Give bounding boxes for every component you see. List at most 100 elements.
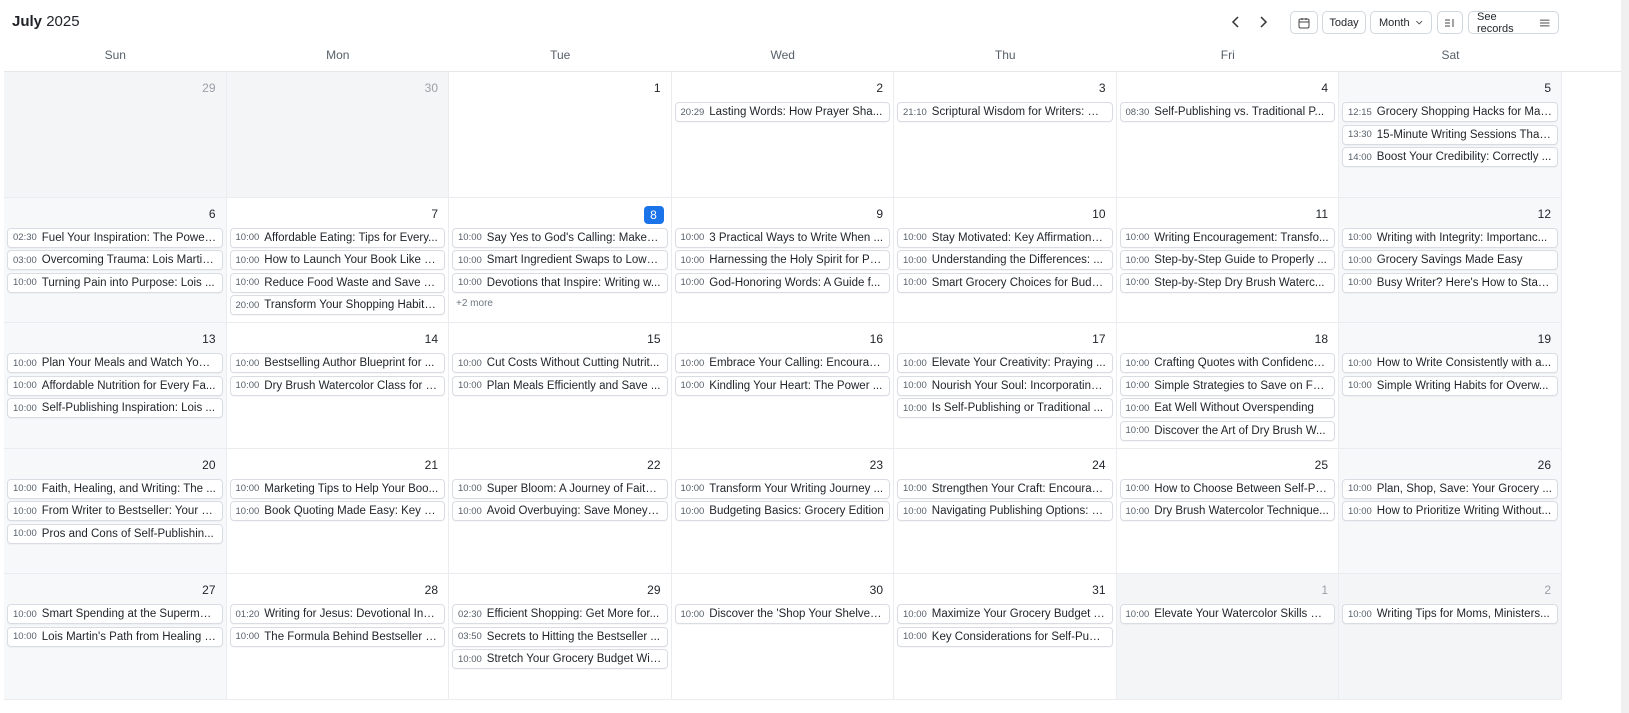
calendar-event[interactable]: 10:00 Is Self-Publishing or Traditional .… xyxy=(897,398,1113,419)
calendar-event[interactable]: 10:00 Bestselling Author Blueprint for ..… xyxy=(229,353,445,373)
day-cell[interactable]: 26 10:00 Plan, Shop, Save: Your Grocery ..… xyxy=(1339,448,1562,574)
day-cell[interactable]: 2 20:29 Lasting Words: How Prayer Sha... xyxy=(671,72,894,198)
calendar-event[interactable]: 20:00 Transform Your Shopping Habits... xyxy=(229,295,445,316)
day-cell[interactable]: 9 10:00 3 Practical Ways to Write When ...… xyxy=(671,197,894,323)
calendar-event[interactable]: 10:00 Smart Grocery Choices for Budg... xyxy=(897,272,1113,293)
calendar-event[interactable]: 03:00 Overcoming Trauma: Lois Martin... xyxy=(7,250,223,271)
today-button[interactable]: Today xyxy=(1322,11,1366,34)
calendar-event[interactable]: 10:00 Avoid Overbuying: Save Money o... xyxy=(452,501,668,522)
day-cell[interactable]: 25 10:00 How to Choose Between Self-Pu... 1… xyxy=(1116,448,1339,574)
day-cell[interactable]: 30 10:00 Discover the 'Shop Your Shelves..… xyxy=(671,574,894,700)
calendar-event[interactable]: 10:00 Devotions that Inspire: Writing w..… xyxy=(452,272,668,293)
calendar-event[interactable]: 10:00 Simple Writing Habits for Overw... xyxy=(1342,375,1558,396)
calendar-event[interactable]: 21:10 Scriptural Wisdom for Writers: Bi..… xyxy=(897,102,1113,122)
day-cell[interactable]: 6 02:30 Fuel Your Inspiration: The Power..… xyxy=(4,197,227,323)
calendar-event[interactable]: 10:00 How to Prioritize Writing Without..… xyxy=(1342,501,1558,522)
calendar-event[interactable]: 10:00 How to Write Consistently with a... xyxy=(1342,353,1558,373)
calendar-event[interactable]: 10:00 Affordable Nutrition for Every Fa..… xyxy=(7,375,223,396)
calendar-event[interactable]: 10:00 Maximize Your Grocery Budget T... xyxy=(897,604,1113,624)
calendar-event[interactable]: 10:00 Discover the Art of Dry Brush W... xyxy=(1119,420,1335,441)
calendar-event[interactable]: 13:30 15-Minute Writing Sessions That... xyxy=(1342,124,1558,145)
day-cell[interactable]: 17 10:00 Elevate Your Creativity: Praying … xyxy=(894,323,1117,449)
see-records-button[interactable]: See records xyxy=(1468,11,1559,35)
calendar-event[interactable]: 10:00 3 Practical Ways to Write When ... xyxy=(674,227,890,248)
day-cell[interactable]: 23 10:00 Transform Your Writing Journey ..… xyxy=(671,448,894,574)
day-cell[interactable]: 30 xyxy=(226,72,449,198)
calendar-event[interactable]: 10:00 How to Launch Your Book Like a ... xyxy=(229,250,445,271)
calendar-event[interactable]: 10:00 Nourish Your Soul: Incorporating... xyxy=(897,375,1113,396)
calendar-event[interactable]: 10:00 Elevate Your Watercolor Skills wi..… xyxy=(1119,604,1335,624)
day-cell[interactable]: 12 10:00 Writing with Integrity: Importanc… xyxy=(1339,197,1562,323)
calendar-picker-button[interactable] xyxy=(1290,11,1318,34)
calendar-event[interactable]: 10:00 Strengthen Your Craft: Encourag... xyxy=(897,478,1113,499)
day-cell[interactable]: 24 10:00 Strengthen Your Craft: Encourag..… xyxy=(894,448,1117,574)
calendar-event[interactable]: 10:00 Elevate Your Creativity: Praying ..… xyxy=(897,353,1113,373)
calendar-event[interactable]: 10:00 Grocery Savings Made Easy xyxy=(1342,250,1558,271)
day-cell[interactable]: 13 10:00 Plan Your Meals and Watch Your ..… xyxy=(4,323,227,449)
calendar-event[interactable]: 10:00 Dry Brush Watercolor Technique... xyxy=(1119,501,1335,522)
day-cell[interactable]: 1 xyxy=(449,72,672,198)
day-cell[interactable]: 29 xyxy=(4,72,227,198)
day-cell[interactable]: 18 10:00 Crafting Quotes with Confidence..… xyxy=(1116,323,1339,449)
calendar-event[interactable]: 10:00 Step-by-Step Dry Brush Waterc... xyxy=(1119,272,1335,293)
day-cell[interactable]: 22 10:00 Super Bloom: A Journey of Faith .… xyxy=(449,448,672,574)
calendar-event[interactable]: 14:00 Boost Your Credibility: Correctly .… xyxy=(1342,147,1558,168)
calendar-event[interactable]: 10:00 Crafting Quotes with Confidence... xyxy=(1119,353,1335,373)
calendar-event[interactable]: 10:00 Book Quoting Made Easy: Key St... xyxy=(229,501,445,522)
calendar-event[interactable]: 10:00 Say Yes to God's Calling: Make a... xyxy=(452,227,668,248)
day-cell[interactable]: 29 02:30 Efficient Shopping: Get More for.… xyxy=(449,574,672,700)
calendar-event[interactable]: 10:00 Dry Brush Watercolor Class for B... xyxy=(229,375,445,396)
day-cell[interactable]: 21 10:00 Marketing Tips to Help Your Boo..… xyxy=(226,448,449,574)
calendar-event[interactable]: 10:00 How to Choose Between Self-Pu... xyxy=(1119,478,1335,499)
calendar-event[interactable]: 10:00 Plan Meals Efficiently and Save ... xyxy=(452,375,668,396)
day-cell[interactable]: 5 12:15 Grocery Shopping Hacks for Max... 1… xyxy=(1339,72,1562,198)
calendar-event[interactable]: 10:00 Faith, Healing, and Writing: The ..… xyxy=(7,478,223,499)
calendar-event[interactable]: 10:00 The Formula Behind Bestseller B... xyxy=(229,626,445,647)
calendar-event[interactable]: 10:00 Kindling Your Heart: The Power ... xyxy=(674,375,890,396)
calendar-event[interactable]: 10:00 Stretch Your Grocery Budget Wit... xyxy=(452,649,668,670)
day-cell[interactable]: 2 10:00 Writing Tips for Moms, Ministers..… xyxy=(1339,574,1562,700)
calendar-event[interactable]: 10:00 Eat Well Without Overspending xyxy=(1119,398,1335,419)
calendar-event[interactable]: 10:00 Smart Ingredient Swaps to Lowe... xyxy=(452,250,668,271)
next-month-button[interactable] xyxy=(1252,12,1274,32)
calendar-event[interactable]: 10:00 Pros and Cons of Self-Publishin... xyxy=(7,523,223,544)
day-cell[interactable]: 10 10:00 Stay Motivated: Key Affirmations.… xyxy=(894,197,1117,323)
calendar-event[interactable]: 10:00 Plan Your Meals and Watch Your ... xyxy=(7,353,223,373)
calendar-event[interactable]: 10:00 Writing Tips for Moms, Ministers... xyxy=(1342,604,1558,624)
calendar-event[interactable]: 12:15 Grocery Shopping Hacks for Max... xyxy=(1342,102,1558,122)
calendar-event[interactable]: 10:00 God-Honoring Words: A Guide f... xyxy=(674,272,890,293)
day-cell[interactable]: 27 10:00 Smart Spending at the Supermar...… xyxy=(4,574,227,700)
calendar-event[interactable]: 10:00 Step-by-Step Guide to Properly ... xyxy=(1119,250,1335,271)
day-cell[interactable]: 15 10:00 Cut Costs Without Cutting Nutrit.… xyxy=(449,323,672,449)
day-cell[interactable]: 11 10:00 Writing Encouragement: Transfo...… xyxy=(1116,197,1339,323)
day-cell[interactable]: 16 10:00 Embrace Your Calling: Encourag...… xyxy=(671,323,894,449)
more-events-link[interactable]: +2 more xyxy=(456,298,493,309)
day-cell[interactable]: 8 10:00 Say Yes to God's Calling: Make a..… xyxy=(449,197,672,323)
calendar-event[interactable]: 10:00 Turning Pain into Purpose: Lois ... xyxy=(7,272,223,293)
calendar-event[interactable]: 10:00 Affordable Eating: Tips for Every..… xyxy=(229,227,445,248)
calendar-event[interactable]: 10:00 Simple Strategies to Save on Food xyxy=(1119,375,1335,396)
calendar-event[interactable]: 01:20 Writing for Jesus: Devotional Insi.… xyxy=(229,604,445,624)
calendar-event[interactable]: 10:00 Understanding the Differences: ... xyxy=(897,250,1113,271)
calendar-event[interactable]: 10:00 Discover the 'Shop Your Shelves... xyxy=(674,604,890,624)
day-cell[interactable]: 14 10:00 Bestselling Author Blueprint for … xyxy=(226,323,449,449)
calendar-event[interactable]: 10:00 Cut Costs Without Cutting Nutrit... xyxy=(452,353,668,373)
day-cell[interactable]: 1 10:00 Elevate Your Watercolor Skills wi.… xyxy=(1116,574,1339,700)
calendar-event[interactable]: 20:29 Lasting Words: How Prayer Sha... xyxy=(674,102,890,122)
prev-month-button[interactable] xyxy=(1225,12,1247,32)
day-cell[interactable]: 7 10:00 Affordable Eating: Tips for Every.… xyxy=(226,197,449,323)
calendar-event[interactable]: 10:00 Busy Writer? Here's How to Stay... xyxy=(1342,272,1558,293)
layout-toggle-button[interactable] xyxy=(1437,11,1463,34)
calendar-event[interactable]: 10:00 Key Considerations for Self-Publ... xyxy=(897,626,1113,647)
calendar-event[interactable]: 10:00 Transform Your Writing Journey ... xyxy=(674,478,890,499)
day-cell[interactable]: 19 10:00 How to Write Consistently with a.… xyxy=(1339,323,1562,449)
day-cell[interactable]: 31 10:00 Maximize Your Grocery Budget T...… xyxy=(894,574,1117,700)
calendar-event[interactable]: 10:00 Writing Encouragement: Transfo... xyxy=(1119,227,1335,248)
day-cell[interactable]: 4 08:30 Self-Publishing vs. Traditional P.… xyxy=(1116,72,1339,198)
view-select[interactable]: Month xyxy=(1370,11,1432,34)
calendar-event[interactable]: 10:00 Budgeting Basics: Grocery Edition xyxy=(674,501,890,522)
calendar-event[interactable]: 02:30 Efficient Shopping: Get More for... xyxy=(452,604,668,624)
calendar-event[interactable]: 10:00 Plan, Shop, Save: Your Grocery ... xyxy=(1342,478,1558,499)
calendar-event[interactable]: 02:30 Fuel Your Inspiration: The Power... xyxy=(7,227,223,248)
calendar-event[interactable]: 10:00 Stay Motivated: Key Affirmations... xyxy=(897,227,1113,248)
